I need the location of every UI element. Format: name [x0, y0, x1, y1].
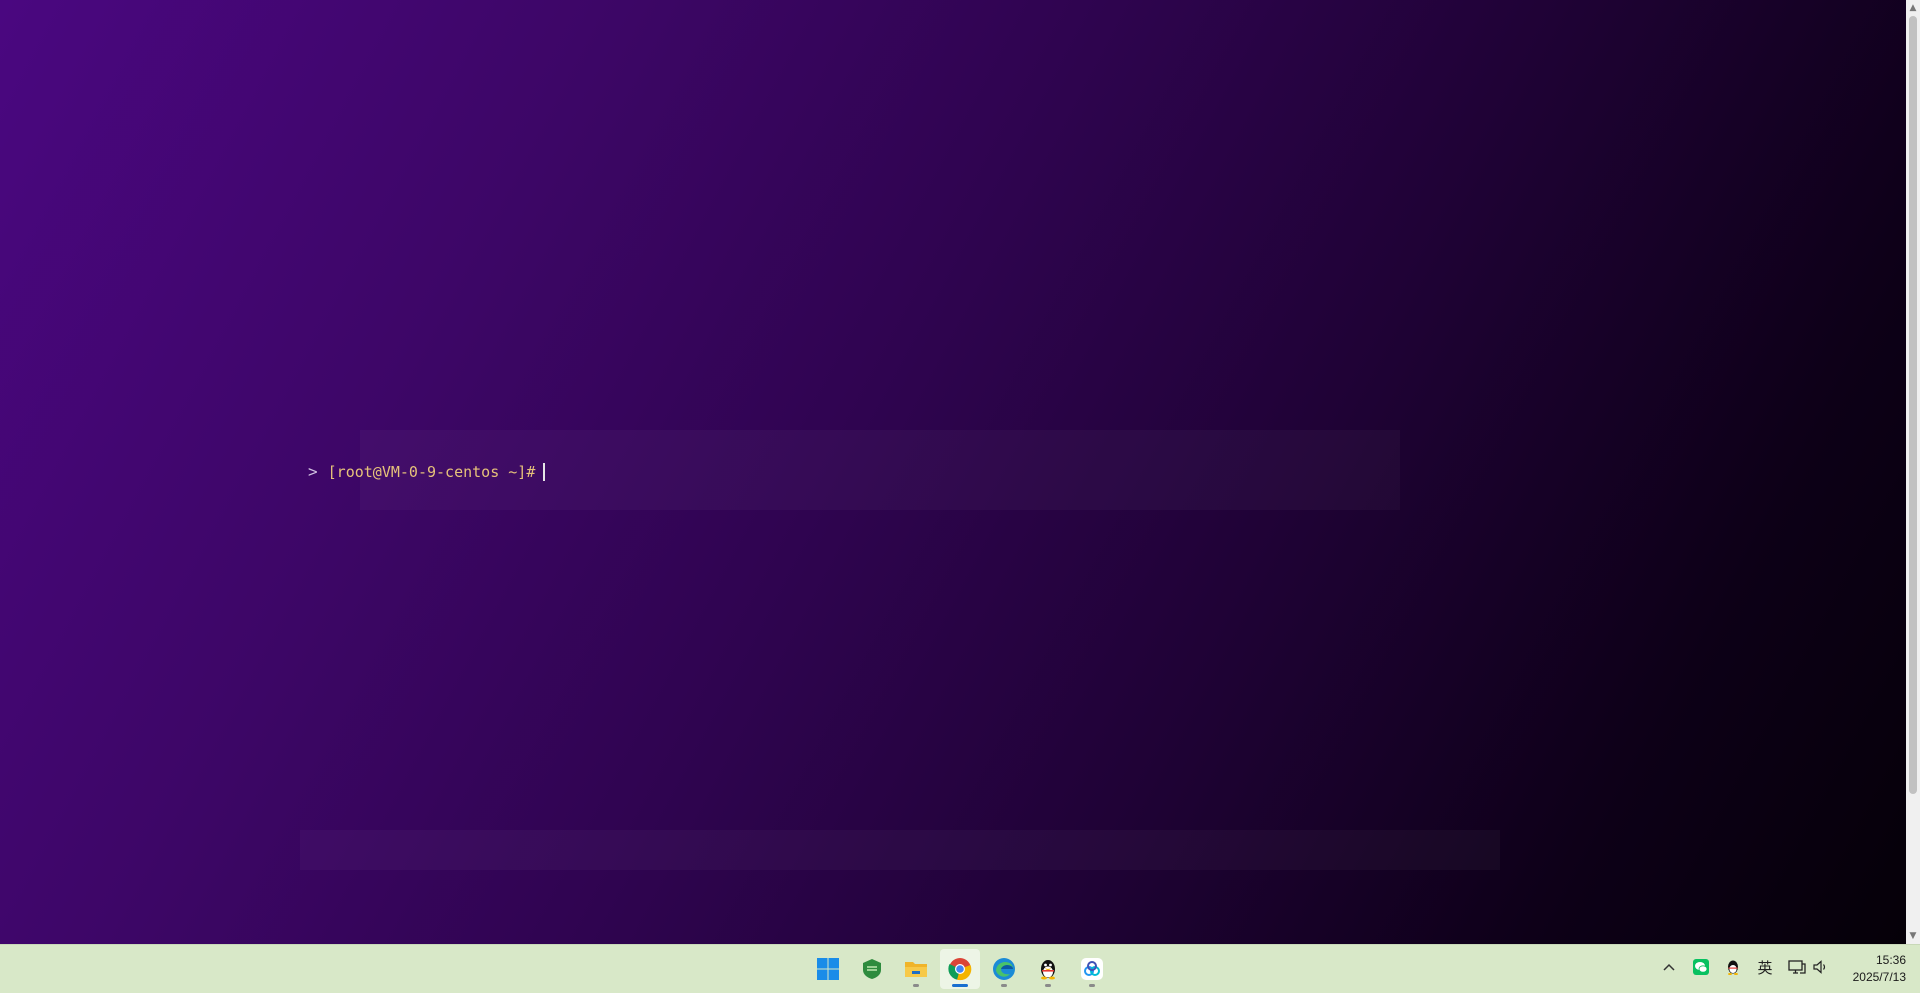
prompt-arrow: > — [308, 462, 318, 481]
scroll-up-icon[interactable]: ▲ — [1906, 1, 1920, 15]
wechat-tray-icon[interactable] — [1690, 956, 1712, 978]
chrome-icon — [948, 958, 972, 981]
cloud-app-icon — [1081, 958, 1103, 980]
terminal-prompt-line[interactable]: > [root@VM-0-9-centos ~]# — [308, 462, 546, 481]
text-cursor — [543, 462, 546, 481]
background-streak — [300, 830, 1500, 870]
running-indicator — [1045, 984, 1051, 987]
network-icon[interactable] — [1786, 956, 1808, 978]
vertical-scrollbar[interactable]: ▲ ▼ — [1906, 0, 1920, 944]
clock-date: 2025/7/13 — [1852, 970, 1906, 984]
active-indicator — [952, 984, 968, 987]
desktop-background: > [root@VM-0-9-centos ~]# — [0, 0, 1906, 944]
system-clock[interactable]: 15:36 2025/7/13 — [1836, 952, 1906, 986]
security-app-button[interactable] — [852, 949, 892, 989]
start-button[interactable] — [808, 949, 848, 989]
taskbar — [0, 944, 1920, 993]
running-indicator — [913, 984, 919, 987]
file-explorer-button[interactable] — [896, 949, 936, 989]
qq-button[interactable] — [1028, 949, 1068, 989]
input-method-indicator[interactable]: 英 — [1754, 956, 1776, 978]
cloud-app-button[interactable] — [1072, 949, 1112, 989]
scroll-down-icon[interactable]: ▼ — [1906, 929, 1920, 943]
scrollbar-thumb[interactable] — [1909, 16, 1917, 794]
windows-start-icon — [817, 958, 839, 980]
file-explorer-icon — [905, 962, 927, 977]
volume-icon[interactable] — [1810, 956, 1832, 978]
clock-time: 15:36 — [1875, 953, 1906, 967]
running-indicator — [1089, 984, 1095, 987]
edge-button[interactable] — [984, 949, 1024, 989]
edge-icon — [993, 958, 1015, 980]
prompt-text: [root@VM-0-9-centos ~]# — [327, 462, 536, 481]
chrome-button[interactable] — [940, 949, 980, 989]
security-shield-icon — [863, 959, 881, 979]
qq-tray-icon[interactable] — [1722, 956, 1744, 978]
show-hidden-icons-chevron-icon[interactable] — [1658, 956, 1680, 978]
running-indicator — [1001, 984, 1007, 987]
qq-icon — [1041, 960, 1055, 980]
